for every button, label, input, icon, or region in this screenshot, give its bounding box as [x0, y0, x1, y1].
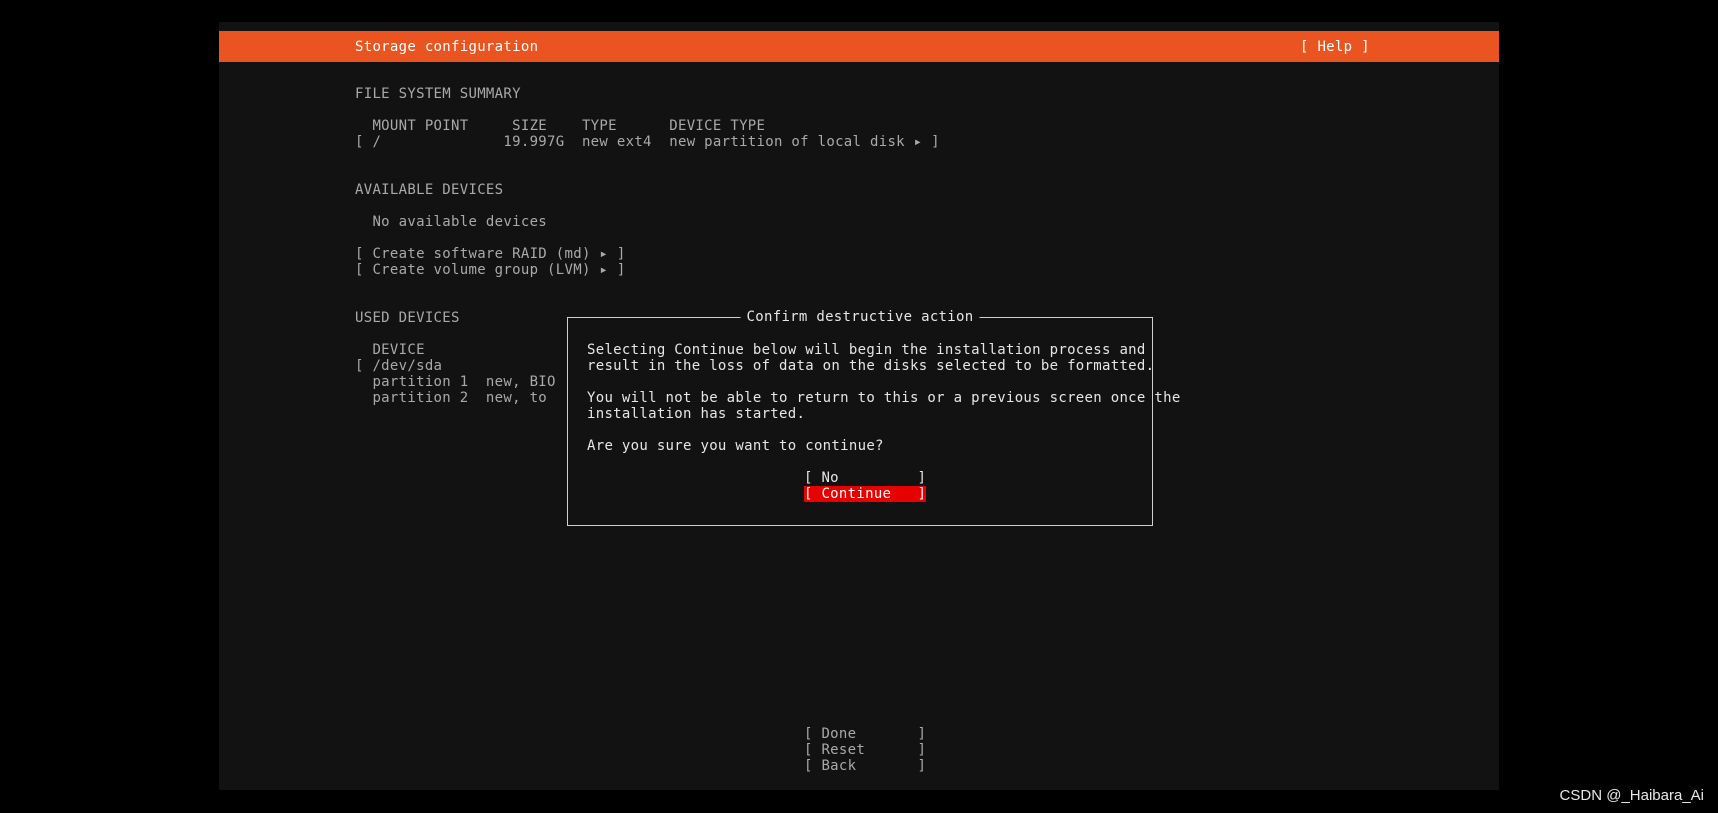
reset-button[interactable]: [ Reset ]: [804, 742, 926, 758]
page-title: Storage configuration: [355, 39, 539, 55]
no-available-devices: No available devices: [355, 214, 548, 230]
back-button[interactable]: [ Back ]: [804, 758, 926, 774]
watermark: CSDN @_Haibara_Ai: [1559, 787, 1704, 804]
dialog-text: result in the loss of data on the disks …: [587, 358, 1155, 374]
continue-button[interactable]: [ Continue ]: [804, 486, 927, 502]
create-raid-button[interactable]: [ Create software RAID (md) ▸ ]: [355, 246, 626, 262]
confirm-dialog: Confirm destructive action Selecting Con…: [567, 309, 1180, 526]
used-device-row: partition 1 new, BIO: [355, 374, 556, 390]
done-button[interactable]: [ Done ]: [804, 726, 926, 742]
help-button[interactable]: [ Help ]: [1300, 39, 1370, 55]
used-devices-column: DEVICE: [355, 342, 425, 358]
used-device-row[interactable]: [ /dev/sda: [355, 358, 442, 374]
no-button[interactable]: [ No ]: [804, 470, 926, 486]
dialog-text: You will not be able to return to this o…: [587, 390, 1181, 406]
fs-summary-row[interactable]: [ / 19.997G new ext4 new partition of lo…: [355, 134, 940, 150]
used-device-row: partition 2 new, to: [355, 390, 548, 406]
dialog-title: Confirm destructive action: [740, 309, 980, 325]
fs-summary-heading: FILE SYSTEM SUMMARY: [355, 86, 521, 102]
title-bar: Storage configuration [ Help ]: [219, 31, 1499, 62]
used-devices-heading: USED DEVICES: [355, 310, 460, 326]
dialog-text: Selecting Continue below will begin the …: [587, 342, 1146, 358]
available-devices-heading: AVAILABLE DEVICES: [355, 182, 504, 198]
create-lvm-button[interactable]: [ Create volume group (LVM) ▸ ]: [355, 262, 626, 278]
installer-screen: Storage configuration [ Help ] FILE SYST…: [219, 22, 1499, 790]
dialog-text: installation has started.: [587, 406, 806, 422]
fs-summary-columns: MOUNT POINT SIZE TYPE DEVICE TYPE: [355, 118, 766, 134]
dialog-question: Are you sure you want to continue?: [587, 438, 884, 454]
